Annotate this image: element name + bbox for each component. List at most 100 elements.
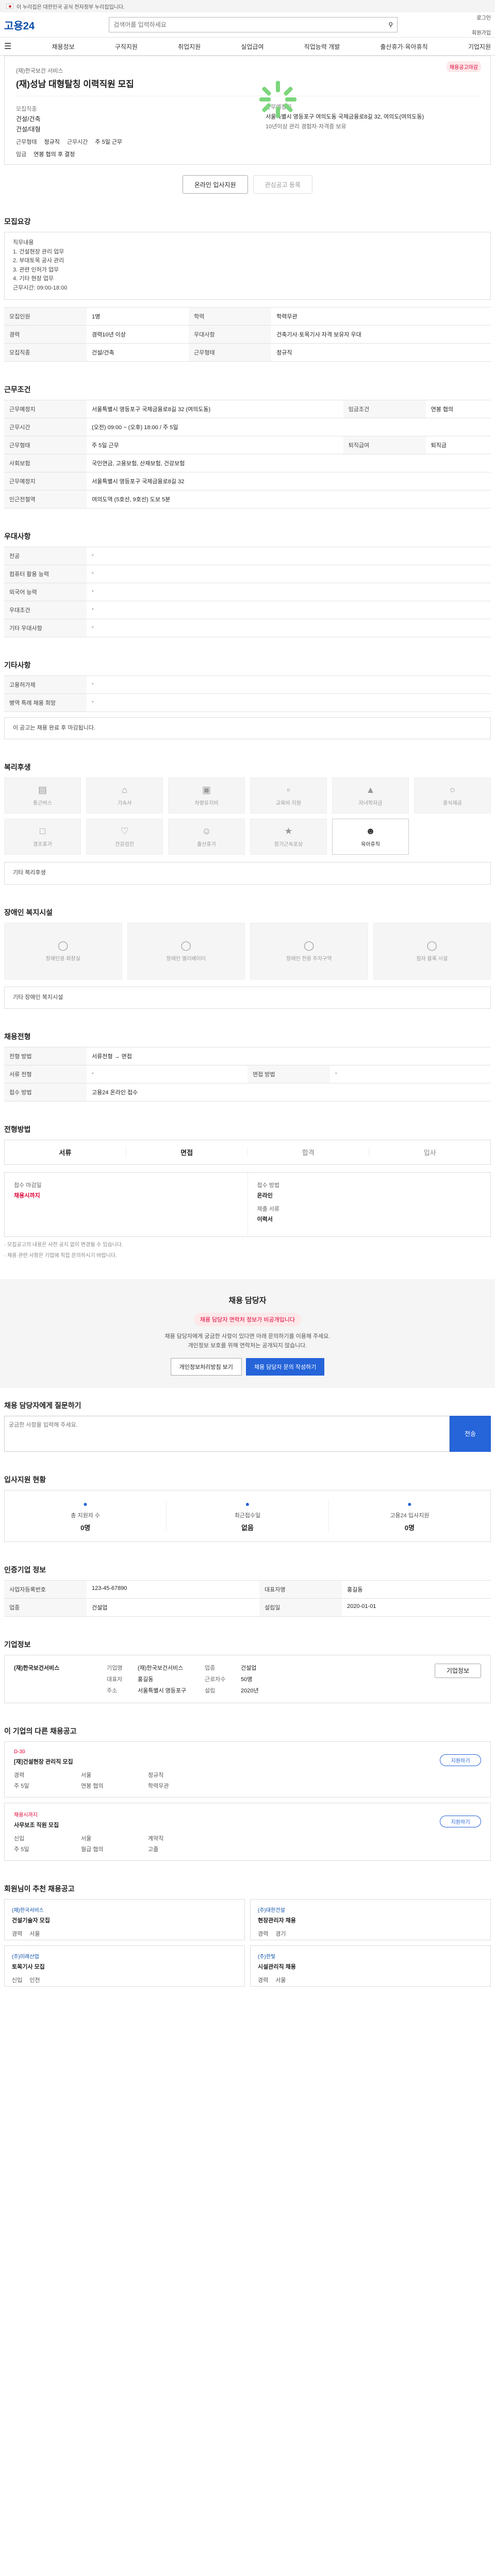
tile-label: 점자 블록 시설 — [416, 956, 448, 962]
section-title-7: 채용전형 — [4, 1032, 31, 1041]
stats-box: ● 총 지원자 수 0명 ● 최근접수일 없음 ● 고용24 입사지원 0명 — [4, 1489, 491, 1542]
job-summary: 채용공고마감 (재)한국보건 서비스 (재)성남 대형탈칭 이력직원 모집 모집… — [4, 56, 491, 165]
search-input[interactable] — [113, 21, 386, 28]
login-link[interactable]: 로그인 — [476, 13, 491, 21]
row-label: 학력 — [189, 307, 272, 326]
welfare-tile: ▣ 차량유지비 — [168, 777, 245, 814]
nav-item-6[interactable]: 출산휴가·육아휴직 — [380, 42, 427, 51]
company-name[interactable]: (재)한국보건 서비스 — [16, 66, 479, 75]
meta-item: 신입 — [12, 1977, 23, 1984]
stat-item: ● 최근접수일 없음 — [167, 1499, 329, 1532]
meta-item: 경력 — [12, 1930, 23, 1937]
stat-label: 최근접수일 — [234, 1512, 261, 1519]
job-card[interactable]: 채용시까지 사무보조 직원 모집 신입 서울 계약직 주 5일 월급 협의 고졸 지원하… — [4, 1802, 491, 1861]
row-label: 근무시간 — [4, 417, 87, 436]
company-grid: 기업명 (재)한국보건서비스 업종 건설업 대표자 홍길동 근로자수 50명 주소 서울특… — [107, 1664, 303, 1694]
step: 서류 — [5, 1147, 126, 1158]
note-line: · 채용 관련 사항은 기업에 직접 문의하시기 바랍니다. — [4, 1253, 117, 1259]
heart-icon: ♡ — [120, 826, 129, 837]
row-value: 연봉 협의 — [425, 399, 491, 418]
tile-label: 차량유지비 — [194, 801, 219, 807]
card-tag: 채용시까지 — [14, 1812, 38, 1818]
row-label: 근무형태 — [189, 343, 272, 362]
row-label: 인근전철역 — [4, 489, 87, 509]
qa-input[interactable] — [4, 1415, 450, 1452]
rec-title: 회원님이 추천 채용공고 — [4, 1884, 75, 1893]
privacy-button[interactable]: 개인정보처리방침 보기 — [170, 1358, 242, 1376]
cert-table: 사업자등록번호 123-45-67890 대표자명 홍길동 업종 건설업 설립일 2020-… — [4, 1580, 491, 1617]
scrap-button[interactable]: 관심공고 등록 — [253, 175, 313, 194]
row-label: 퇴직급여 — [343, 435, 426, 454]
selection-table: 전형 방법 서류전형 → 면접 서류 전형 - 면접 방법 - 접수 방법 고용24 온라… — [4, 1047, 491, 1102]
gift-icon: □ — [40, 826, 45, 837]
apply-info: 접수 마감일 채용시까지 접수 방법 온라인 제출 서류 이력서 — [4, 1172, 491, 1238]
apply-button[interactable]: 온라인 입사지원 — [182, 175, 248, 194]
row-value: 123-45-67890 — [87, 1580, 260, 1599]
rec-meta: 경력 경기 — [258, 1929, 483, 1938]
contact-section: 채용 담당자 채용 담당자 연락처 정보가 비공개입니다 채용 담당자에게 궁금… — [0, 1279, 495, 1388]
meta-item: 연봉 협의 — [81, 1783, 104, 1789]
rec-card[interactable]: (주)미래산업 토목기사 모집 신입 인천 — [4, 1945, 245, 1987]
nav-item-1[interactable]: 채용정보 — [52, 42, 74, 51]
ent-label: 업종 — [205, 1665, 216, 1671]
nav-item-2[interactable]: 구직지원 — [115, 42, 138, 51]
stat-label: 고용24 입사지원 — [390, 1512, 430, 1519]
meta-item: 경력 — [14, 1772, 25, 1778]
search-box[interactable]: ⚲ — [109, 17, 398, 32]
preference-table: 전공 - 컴퓨터 활용 능력 - 외국어 능력 - 우대조건 - 기타 우대사항 - — [4, 546, 491, 637]
gov-text: 이 누리집은 대한민국 공식 전자정부 누리집입니다. — [16, 4, 125, 10]
site-logo[interactable]: 고용24 — [4, 18, 35, 32]
row-label: 기타 우대사항 — [4, 618, 87, 637]
signup-link[interactable]: 회원가입 — [472, 28, 491, 36]
ent-value: 서울특별시 영등포구 — [138, 1687, 187, 1694]
card-side: 지원하기 — [440, 1812, 481, 1827]
company-info-label: 기업정보 — [446, 1667, 469, 1675]
nav-item-7[interactable]: 기업지원 — [468, 42, 491, 51]
elevator-icon: ◯ — [180, 940, 191, 951]
rec-meta: 경력 서울 — [258, 1976, 483, 1984]
ent-value: 50명 — [241, 1676, 253, 1683]
rec-card[interactable]: (재)한국서비스 건설기술자 모집 경력 서울 — [4, 1899, 245, 1940]
search-icon[interactable]: ⚲ — [388, 21, 393, 28]
card-meta: 신입 서울 계약직 주 5일 월급 협의 고졸 — [14, 1834, 481, 1853]
salary-info: 임금 연봉 협의 후 결정 — [16, 150, 253, 158]
inquiry-button[interactable]: 채용 담당자 문의 작성하기 — [245, 1358, 325, 1376]
meta-item: 정규직 — [148, 1772, 164, 1778]
contact-title: 채용 담당자 — [228, 1296, 267, 1306]
wage-value: 건설/건축 — [16, 115, 41, 123]
card-apply-button[interactable]: 지원하기 — [440, 1754, 481, 1766]
card-apply-button[interactable]: 지원하기 — [440, 1815, 481, 1827]
nav-item-3[interactable]: 취업지원 — [178, 42, 201, 51]
meta-item: 서울 — [81, 1835, 92, 1842]
meta-item: 인천 — [29, 1977, 40, 1984]
meta-item: 경력 — [258, 1977, 269, 1984]
nav-item-5[interactable]: 직업능력 개발 — [304, 42, 340, 51]
nav-item-4[interactable]: 실업급여 — [241, 42, 263, 51]
row-label: 접수 방법 — [4, 1083, 87, 1102]
step: 입사 — [369, 1147, 490, 1157]
meta-item: 서울 — [275, 1977, 286, 1984]
section-title-2: 근무조건 — [4, 385, 31, 394]
rec-card[interactable]: (주)대한건설 현장관리자 채용 경력 경기 — [250, 1899, 491, 1940]
qa-send-button[interactable]: 전송 — [450, 1415, 491, 1452]
step-label: 서류 — [59, 1149, 72, 1157]
row-value: 퇴직금 — [425, 435, 491, 454]
row-label: 모집인원 — [4, 307, 87, 326]
access-tile: ◯ 장애인용 화장실 — [4, 922, 122, 979]
meta-item: 계약직 — [148, 1835, 164, 1842]
welfare-tile: ♡ 건강검진 — [86, 819, 163, 855]
header-links: 로그인 회원가입 — [472, 13, 491, 36]
row-value: 고용24 온라인 접수 — [87, 1083, 491, 1102]
menu-icon[interactable]: ☰ — [4, 41, 11, 52]
stat-value: 0명 — [404, 1523, 415, 1532]
tile-label: 장애인 전용 주차구역 — [286, 956, 332, 962]
access-tile: ◯ 장애인 전용 주차구역 — [250, 922, 368, 979]
welfare-tile: ★ 장기근속포상 — [250, 819, 327, 855]
job-card[interactable]: D-30 [재]건설현장 관리직 모집 경력 서울 정규직 주 5일 연봉 협의 학력무… — [4, 1741, 491, 1798]
section-title-3: 우대사항 — [4, 532, 31, 540]
employ-info: 근무형태 정규직 근무시간 주 5일 근무 — [16, 138, 253, 146]
rec-meta: 경력 서울 — [12, 1929, 237, 1938]
company-info-button[interactable]: 기업정보 — [434, 1663, 481, 1678]
row-value: 경력10년 이상 — [87, 325, 189, 344]
rec-card[interactable]: (주)한빛 시설관리직 채용 경력 서울 — [250, 1945, 491, 1987]
